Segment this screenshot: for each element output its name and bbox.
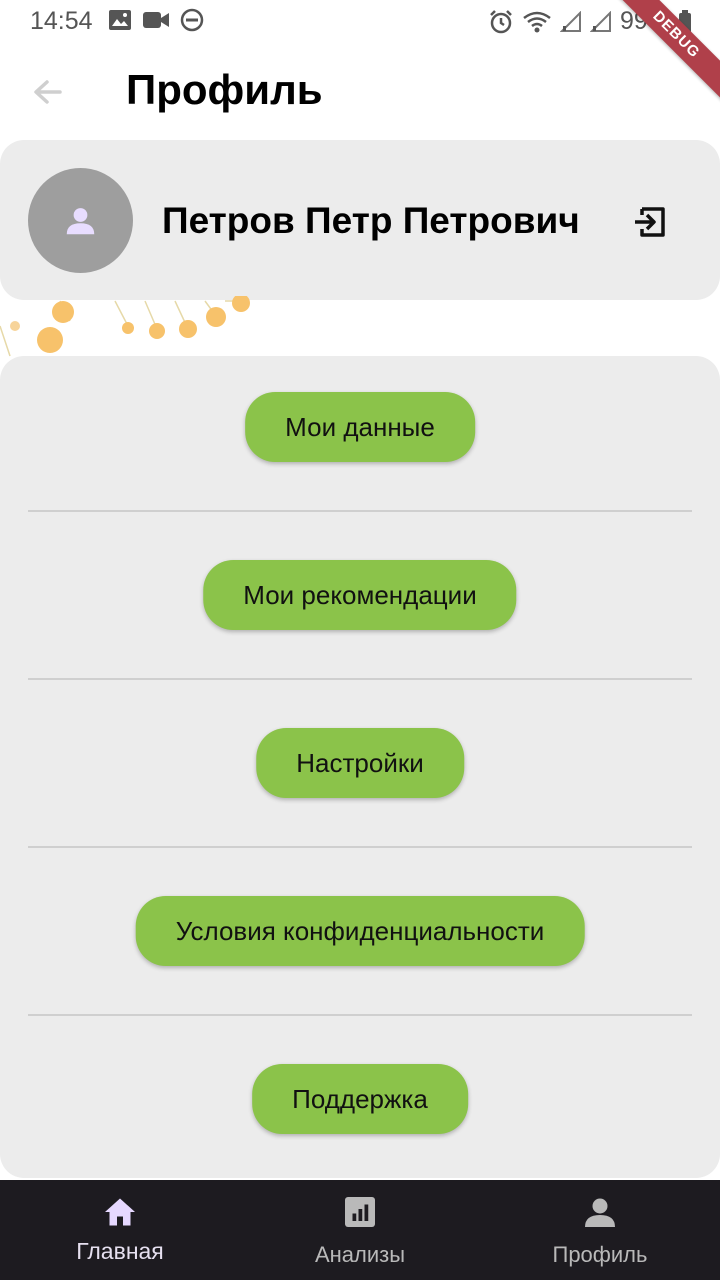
my-data-button[interactable]: Мои данные bbox=[245, 392, 475, 462]
nav-item-home[interactable]: Главная bbox=[0, 1180, 240, 1280]
chart-icon bbox=[345, 1197, 375, 1227]
logout-button[interactable] bbox=[630, 202, 670, 242]
page-title: Профиль bbox=[126, 66, 323, 113]
menu-panel: Мои данные Мои рекомендации Настройки Ус… bbox=[0, 356, 720, 1178]
signal-icon-2 bbox=[589, 10, 611, 32]
bottom-navigation: Главная Анализы Профиль bbox=[0, 1180, 720, 1280]
user-name: Петров Петр Петрович bbox=[162, 200, 580, 241]
menu-item-support: Поддержка bbox=[0, 1028, 720, 1196]
app-bar: Профиль bbox=[0, 44, 720, 140]
nav-item-analyses[interactable]: Анализы bbox=[240, 1180, 480, 1280]
person-icon bbox=[66, 208, 95, 235]
menu-item-privacy: Условия конфиденциальности bbox=[0, 860, 720, 1028]
status-notifications bbox=[108, 8, 204, 32]
person-icon bbox=[585, 1198, 615, 1227]
my-recommendations-button[interactable]: Мои рекомендации bbox=[203, 560, 517, 630]
avatar[interactable] bbox=[28, 168, 133, 273]
divider bbox=[28, 678, 692, 680]
settings-button[interactable]: Настройки bbox=[256, 728, 464, 798]
divider bbox=[28, 846, 692, 848]
nav-label-home: Главная bbox=[76, 1238, 164, 1264]
do-not-disturb-icon bbox=[180, 8, 204, 32]
menu-item-settings: Настройки bbox=[0, 692, 720, 860]
menu-item-my-data: Мои данные bbox=[0, 356, 720, 524]
menu-item-recommendations: Мои рекомендации bbox=[0, 524, 720, 692]
back-button[interactable] bbox=[28, 72, 68, 112]
divider bbox=[28, 510, 692, 512]
alarm-icon bbox=[490, 9, 512, 33]
nav-label-profile: Профиль bbox=[552, 1242, 648, 1267]
home-icon bbox=[105, 1198, 135, 1226]
image-icon bbox=[109, 10, 131, 30]
nav-item-profile[interactable]: Профиль bbox=[480, 1180, 720, 1280]
video-icon bbox=[143, 12, 169, 28]
support-button[interactable]: Поддержка bbox=[252, 1064, 468, 1134]
logout-icon bbox=[635, 207, 665, 237]
status-time: 14:54 bbox=[30, 7, 93, 35]
arrow-back-icon bbox=[34, 80, 62, 104]
privacy-terms-button[interactable]: Условия конфиденциальности bbox=[135, 896, 585, 966]
wifi-icon bbox=[523, 11, 551, 32]
divider bbox=[28, 1014, 692, 1016]
signal-icon bbox=[559, 10, 581, 32]
status-bar: 14:54 99% DEBUG bbox=[0, 0, 720, 101]
nav-label-analyses: Анализы bbox=[314, 1242, 406, 1267]
profile-card: Петров Петр Петрович bbox=[0, 140, 720, 300]
